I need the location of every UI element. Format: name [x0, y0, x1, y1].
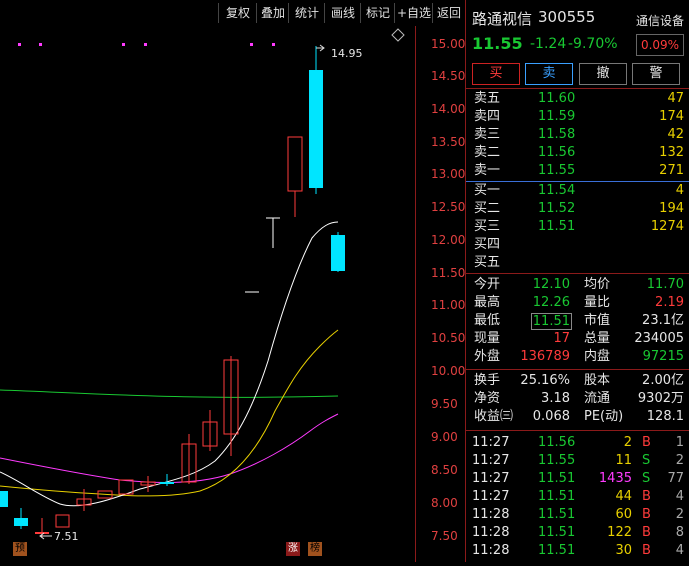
- rank-marker[interactable]: 榜: [308, 542, 322, 556]
- bid-row[interactable]: 买四: [466, 236, 689, 254]
- bid-row[interactable]: 买三 11.51 1274: [466, 218, 689, 236]
- current-price: 11.55: [472, 34, 523, 53]
- tick-row: 11:27 11.51 44 B 4: [472, 489, 684, 504]
- price-tick: 11.50: [431, 266, 466, 280]
- tick-row: 11:27 11.55 11 S 2: [472, 453, 684, 468]
- price-tick: 8.00: [431, 496, 458, 510]
- price-tick: 9.50: [431, 397, 458, 411]
- ma20-line: [0, 413, 339, 483]
- stats-row: 现量 17 总量 234005: [474, 331, 684, 346]
- candle: [14, 518, 28, 526]
- price-tick: 15.00: [431, 37, 466, 51]
- ask-row[interactable]: 卖四 11.59 174: [466, 108, 689, 126]
- price-tick: 12.50: [431, 200, 466, 214]
- bid-row[interactable]: 买二 11.52 194: [466, 200, 689, 218]
- chart-toolbar: 复权 叠加 统计 画线 标记 +自选 返回: [0, 0, 465, 26]
- overlay-button[interactable]: 叠加: [256, 3, 289, 23]
- price-tick: 14.50: [431, 69, 466, 83]
- price-tick: 10.00: [431, 364, 466, 378]
- candle: [0, 491, 8, 507]
- stock-name: 路通视信: [472, 10, 533, 28]
- limit-up-marker[interactable]: 涨: [286, 542, 300, 556]
- kline-svg: 14.95 7.51: [0, 28, 405, 543]
- price-tick: 14.00: [431, 102, 466, 116]
- stats-row: 净资 3.18 流通 9302万: [474, 391, 684, 406]
- sector-name[interactable]: 通信设备: [636, 12, 684, 29]
- price-tick: 7.50: [431, 529, 458, 543]
- price-tick: 12.00: [431, 233, 466, 247]
- mark-button[interactable]: 标记: [360, 3, 395, 23]
- candle: [160, 482, 174, 484]
- price-tick: 13.50: [431, 135, 466, 149]
- price-tick: 10.50: [431, 331, 466, 345]
- back-button[interactable]: 返回: [432, 3, 465, 23]
- kline-chart[interactable]: 14.95 7.51 预 涨 榜: [0, 26, 415, 562]
- candle: [55, 514, 70, 528]
- high-annotation: 14.95: [331, 47, 363, 60]
- stats-row: 今开 12.10 均价 11.70: [474, 277, 684, 292]
- stats-row: 换手 25.16% 股本 2.00亿: [474, 373, 684, 388]
- buy-button[interactable]: 买: [472, 63, 520, 85]
- candle: [331, 235, 345, 271]
- sector-change-pct[interactable]: 0.09%: [636, 34, 684, 56]
- low-annotation: 7.51: [54, 530, 79, 543]
- candle: [309, 70, 323, 188]
- stats-row: 外盘 136789 内盘 97215: [474, 349, 684, 364]
- signal-dots: [18, 43, 275, 46]
- stats-row: 最低 11.51 市值 23.1亿: [474, 313, 684, 330]
- cancel-order-button[interactable]: 撤: [579, 63, 627, 85]
- tick-row: 11:27 11.56 2 B 1: [472, 435, 684, 450]
- tick-row: 11:28 11.51 60 B 2: [472, 507, 684, 522]
- sell-button[interactable]: 卖: [525, 63, 573, 85]
- stats-button[interactable]: 统计: [288, 3, 325, 23]
- ask-row[interactable]: 卖二 11.56 132: [466, 144, 689, 162]
- price-tick: 9.00: [431, 430, 458, 444]
- add-watchlist-button[interactable]: +自选: [394, 3, 433, 23]
- candle: [35, 532, 49, 534]
- ma10-line: [0, 329, 339, 497]
- pre-marker[interactable]: 预: [13, 542, 27, 556]
- stats-row: 最高 12.26 量比 2.19: [474, 295, 684, 310]
- ask-row[interactable]: 卖三 11.58 42: [466, 126, 689, 144]
- stats-row: 收益㈢ 0.068 PE(动) 128.1: [474, 409, 684, 424]
- ask-row[interactable]: 卖一 11.55 271: [466, 162, 689, 180]
- price-tick: 13.00: [431, 167, 466, 181]
- price-change: -1.24: [530, 36, 567, 52]
- price-change-pct: -9.70%: [568, 36, 618, 52]
- ma60-line: [0, 389, 339, 398]
- draw-line-button[interactable]: 画线: [324, 3, 361, 23]
- tick-row: 11:27 11.51 1435 S 77: [472, 471, 684, 486]
- quote-panel: 路通视信 300555 通信设备 11.55 -1.24 -9.70% 0.09…: [465, 0, 689, 562]
- ask-row[interactable]: 卖五 11.60 47: [466, 90, 689, 108]
- stock-code: 300555: [538, 8, 596, 26]
- price-axis: 15.00 14.50 14.00 13.50 13.00 12.50 12.0…: [415, 26, 466, 562]
- alert-button[interactable]: 警: [632, 63, 680, 85]
- tick-row: 11:28 11.51 30 B 4: [472, 543, 684, 558]
- ma5-line: [0, 221, 339, 507]
- candles: [0, 46, 345, 538]
- bid-row[interactable]: 买一 11.54 4: [466, 182, 689, 200]
- price-tick: 8.50: [431, 463, 458, 477]
- scroll-diamond-icon[interactable]: [391, 28, 405, 42]
- bid-row[interactable]: 买五: [466, 254, 689, 272]
- candle: [287, 136, 303, 192]
- price-tick: 11.00: [431, 298, 466, 312]
- tick-row: 11:28 11.51 122 B 8: [472, 525, 684, 540]
- fuquan-button[interactable]: 复权: [218, 3, 257, 23]
